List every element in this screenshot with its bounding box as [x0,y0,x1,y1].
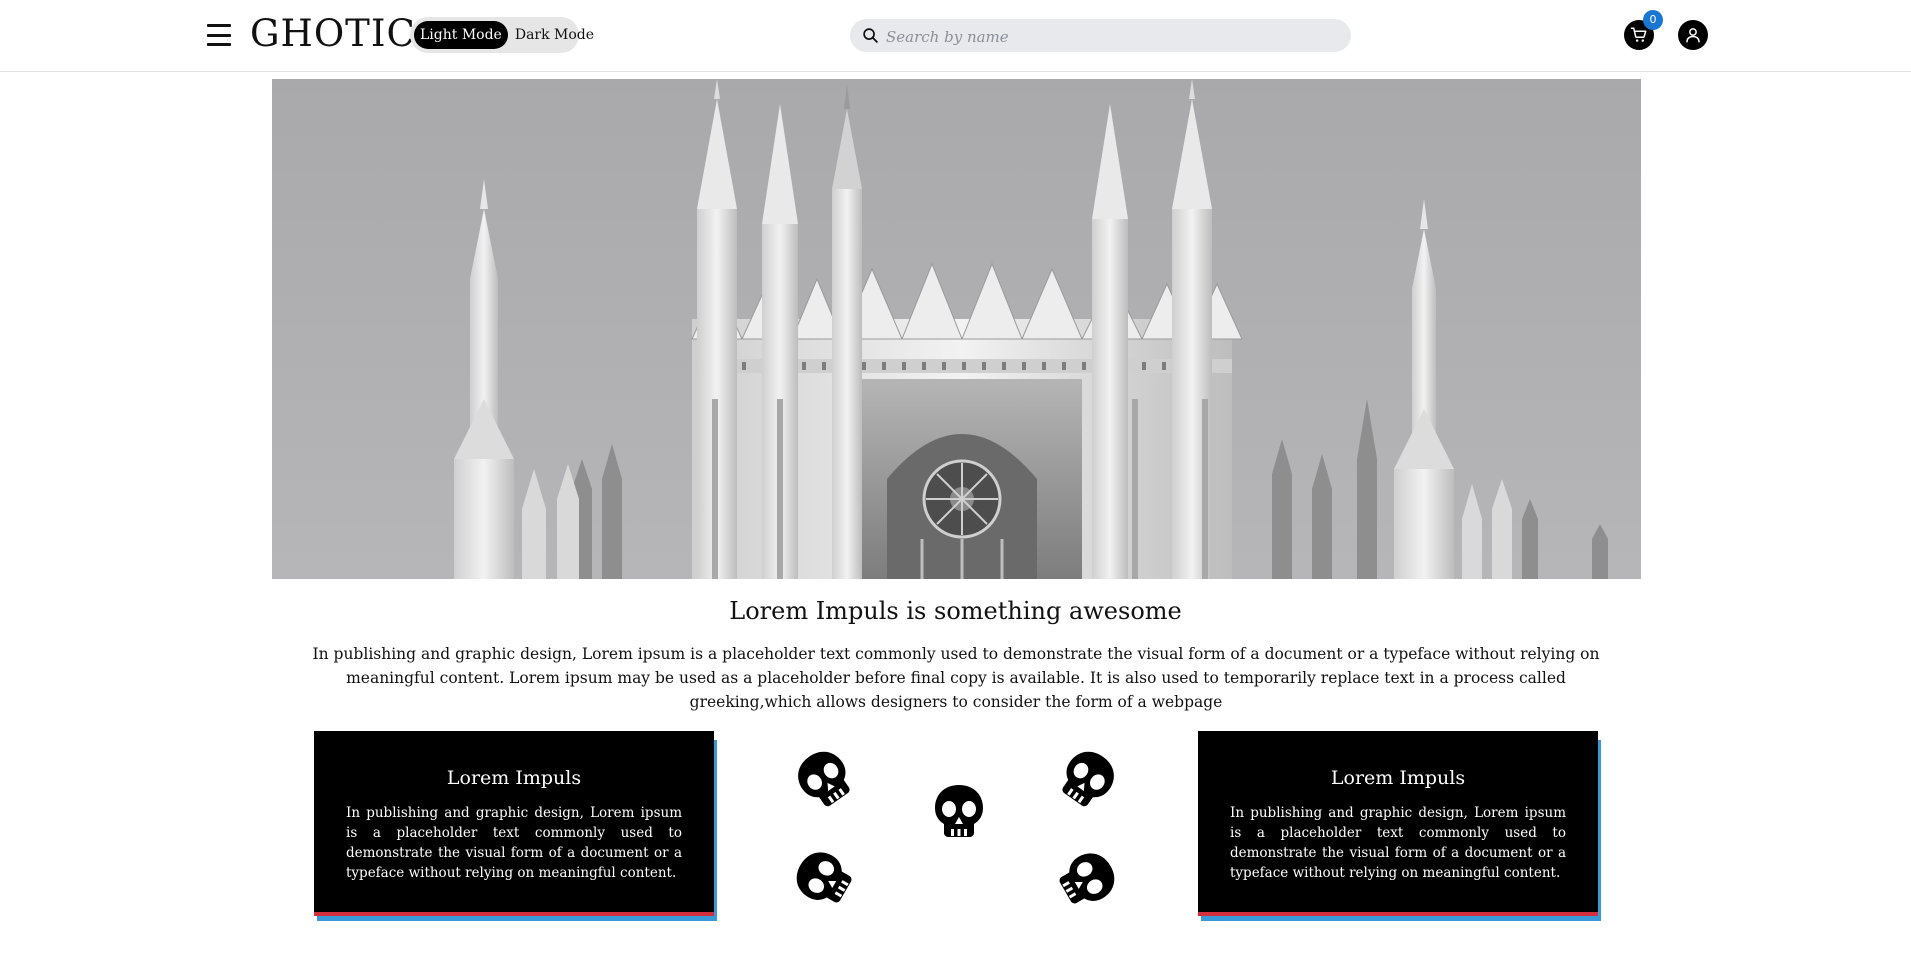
feature-card: Lorem Impuls In publishing and graphic d… [314,731,714,912]
skull-icon [782,736,866,820]
light-mode-button[interactable]: Light Mode [414,21,508,49]
theme-toggle: Light Mode Dark Mode [410,17,594,53]
page-headline: Lorem Impuls is something awesome [729,597,1182,625]
hero-image [272,79,1641,579]
user-account-button[interactable] [1678,20,1708,50]
card-text: In publishing and graphic design, Lorem … [346,805,682,881]
skull-icon [1046,736,1130,820]
search-bar [850,19,1351,52]
skull-icon [929,781,989,841]
skull-icon [1047,838,1129,920]
card-title: Lorem Impuls [446,767,582,789]
skull-icon [782,837,864,919]
menu-icon[interactable] [207,24,231,46]
feature-card: Lorem Impuls In publishing and graphic d… [1198,731,1598,912]
cart-count-badge: 0 [1643,10,1663,30]
top-nav: GHOTIC Light Mode Dark Mode 0 [0,0,1911,72]
search-input[interactable] [884,22,1338,51]
card-text: In publishing and graphic design, Lorem … [1230,805,1566,881]
card-title: Lorem Impuls [1330,767,1466,789]
dark-mode-button[interactable]: Dark Mode [509,21,600,49]
search-icon [863,28,878,43]
brand-logo[interactable]: GHOTIC [250,12,416,56]
user-icon [1686,28,1700,43]
cathedral-illustration [454,79,1608,579]
cart-icon [1630,27,1647,42]
intro-paragraph: In publishing and graphic design, Lorem … [312,645,1600,711]
